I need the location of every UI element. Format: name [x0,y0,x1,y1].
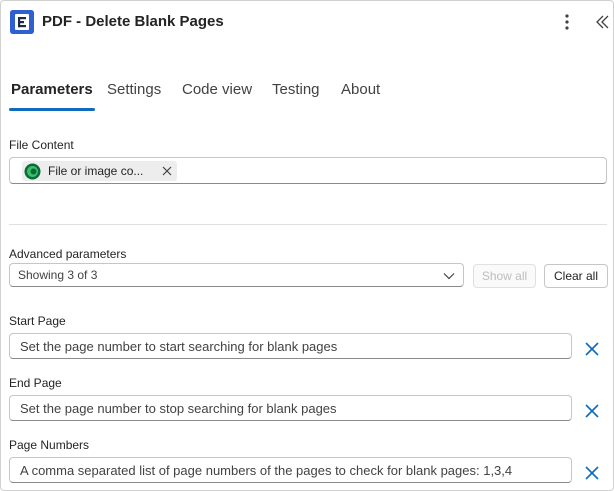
more-options-button[interactable] [556,10,578,34]
action-panel: PDF - Delete Blank Pages Parameters Sett… [0,0,614,491]
tab-bar: Parameters Settings Code view Testing Ab… [1,79,613,111]
page-numbers-field[interactable] [9,457,572,483]
start-page-input[interactable] [20,337,565,355]
file-content-field[interactable]: File or image co... [9,157,607,184]
advanced-parameters-label: Advanced parameters [9,247,127,261]
tab-code-view[interactable]: Code view [180,79,254,111]
file-content-label: File Content [9,138,74,152]
advanced-parameters-dropdown[interactable]: Showing 3 of 3 [9,263,464,287]
panel-title: PDF - Delete Blank Pages [42,13,224,30]
app-logo-icon [10,10,34,34]
start-page-field[interactable] [9,333,572,359]
close-icon[interactable] [161,165,173,177]
end-page-label: End Page [9,376,62,390]
end-page-field[interactable] [9,395,572,421]
page-numbers-input[interactable] [20,461,565,479]
show-all-button[interactable]: Show all [473,264,536,288]
panel-header: PDF - Delete Blank Pages [1,1,613,45]
tab-testing[interactable]: Testing [270,79,322,111]
tab-parameters[interactable]: Parameters [9,79,95,111]
chevron-down-icon [443,273,455,280]
dynamic-content-token[interactable]: File or image co... [22,161,177,181]
remove-start-page-icon[interactable] [583,340,601,358]
dropdown-value: Showing 3 of 3 [18,268,98,282]
tab-about[interactable]: About [339,79,382,111]
page-numbers-label: Page Numbers [9,438,90,452]
collapse-panel-button[interactable] [591,10,613,34]
end-page-input[interactable] [20,399,565,417]
clear-all-button[interactable]: Clear all [544,264,608,288]
dataverse-icon [24,163,41,180]
start-page-label: Start Page [9,314,66,328]
collapse-chevrons-icon [596,15,609,29]
tab-settings[interactable]: Settings [105,79,163,111]
more-vertical-icon [565,14,569,30]
token-label: File or image co... [48,164,144,178]
section-divider [9,224,607,225]
remove-end-page-icon[interactable] [583,402,601,420]
remove-page-numbers-icon[interactable] [583,464,601,482]
